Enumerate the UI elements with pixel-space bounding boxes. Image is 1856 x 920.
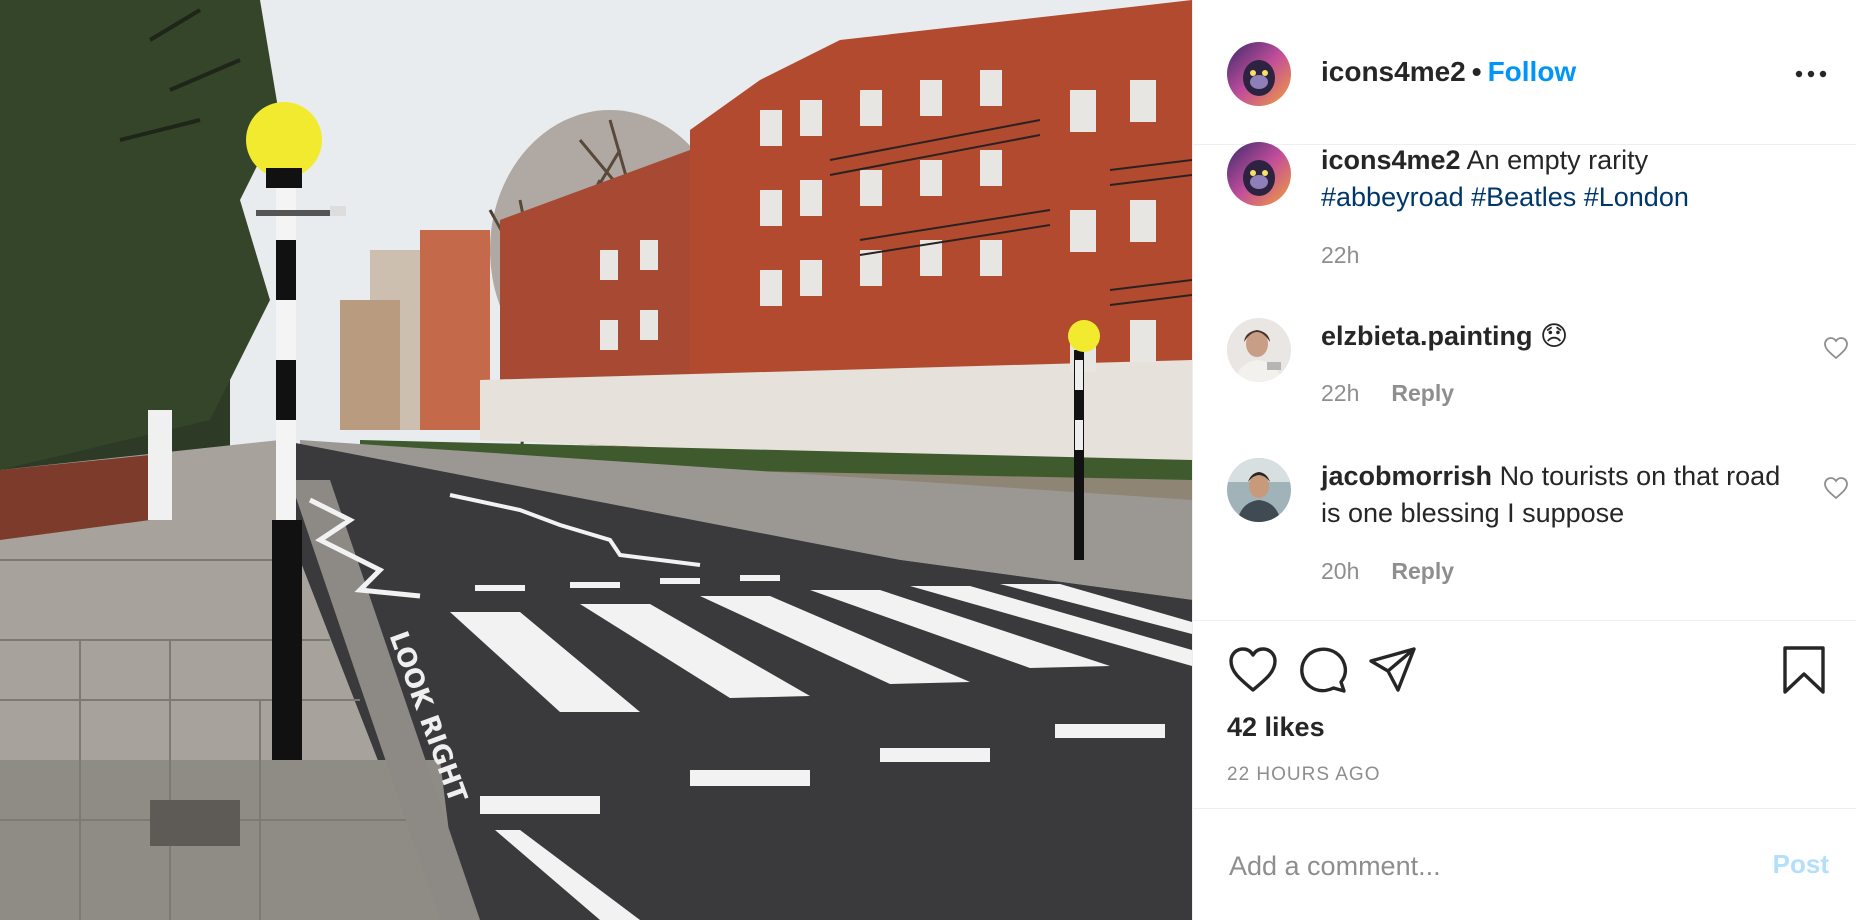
instagram-post: LOOK RIGHT icons4me2 • Follow icons4me2 … — [0, 0, 1856, 920]
commenter-avatar[interactable] — [1227, 458, 1291, 522]
comment-meta: 22h Reply — [1321, 380, 1454, 407]
caption-message: An empty rarity — [1466, 145, 1649, 175]
comment-input[interactable] — [1227, 845, 1731, 887]
commenter-avatar[interactable] — [1227, 318, 1291, 382]
comment-icon[interactable] — [1297, 645, 1349, 700]
comment-text: elzbieta.painting 😞 — [1321, 318, 1791, 355]
more-options-icon[interactable] — [1793, 60, 1829, 88]
post-time-ago[interactable]: 22 HOURS AGO — [1227, 764, 1381, 786]
caption-username[interactable]: icons4me2 — [1321, 145, 1461, 175]
author-username[interactable]: icons4me2 — [1321, 56, 1466, 87]
share-icon[interactable] — [1367, 645, 1419, 700]
comment-like-heart-icon[interactable] — [1823, 336, 1849, 360]
commenter-username[interactable]: elzbieta.painting — [1321, 321, 1533, 351]
comment-message: 😞 — [1540, 321, 1569, 351]
comment-timestamp[interactable]: 22h — [1321, 380, 1359, 406]
caption-meta: 22h — [1321, 242, 1359, 269]
separator-dot: • — [1471, 56, 1482, 87]
header-user-line: icons4me2 • Follow — [1321, 56, 1576, 88]
add-comment-bar: Post — [1193, 808, 1856, 920]
comment-meta: 20h Reply — [1321, 558, 1454, 585]
follow-button[interactable]: Follow — [1488, 56, 1577, 87]
post-photo: LOOK RIGHT — [0, 0, 1192, 920]
comment-text: jacobmorrish No tourists on that road is… — [1321, 458, 1791, 532]
hashtag-link[interactable]: #Beatles — [1471, 182, 1576, 212]
post-side-panel: icons4me2 • Follow icons4me2 An empty ra… — [1192, 0, 1856, 920]
reply-button[interactable]: Reply — [1391, 380, 1454, 406]
hashtag-link[interactable]: #London — [1584, 182, 1689, 212]
commenter-username[interactable]: jacobmorrish — [1321, 461, 1492, 491]
post-comment-button[interactable]: Post — [1773, 849, 1829, 880]
reply-button[interactable]: Reply — [1391, 558, 1454, 584]
caption-text: icons4me2 An empty rarity #abbeyroad #Be… — [1321, 142, 1791, 216]
caption-avatar[interactable] — [1227, 142, 1291, 206]
post-header: icons4me2 • Follow — [1193, 0, 1856, 145]
caption-timestamp[interactable]: 22h — [1321, 242, 1359, 268]
likes-count[interactable]: 42 likes — [1227, 712, 1325, 743]
abbey-road-photo: LOOK RIGHT — [0, 0, 1192, 920]
caption: icons4me2 An empty rarity #abbeyroad #Be… — [1227, 142, 1827, 272]
heart-icon[interactable] — [1227, 645, 1279, 700]
comment-timestamp[interactable]: 20h — [1321, 558, 1359, 584]
author-avatar[interactable] — [1227, 42, 1291, 106]
hashtag-link[interactable]: #abbeyroad — [1321, 182, 1464, 212]
comment-item: jacobmorrish No tourists on that road is… — [1227, 458, 1848, 598]
comment-like-heart-icon[interactable] — [1823, 476, 1849, 500]
bookmark-icon[interactable] — [1781, 645, 1827, 700]
comment-item: elzbieta.painting 😞 22h Reply — [1227, 318, 1848, 418]
